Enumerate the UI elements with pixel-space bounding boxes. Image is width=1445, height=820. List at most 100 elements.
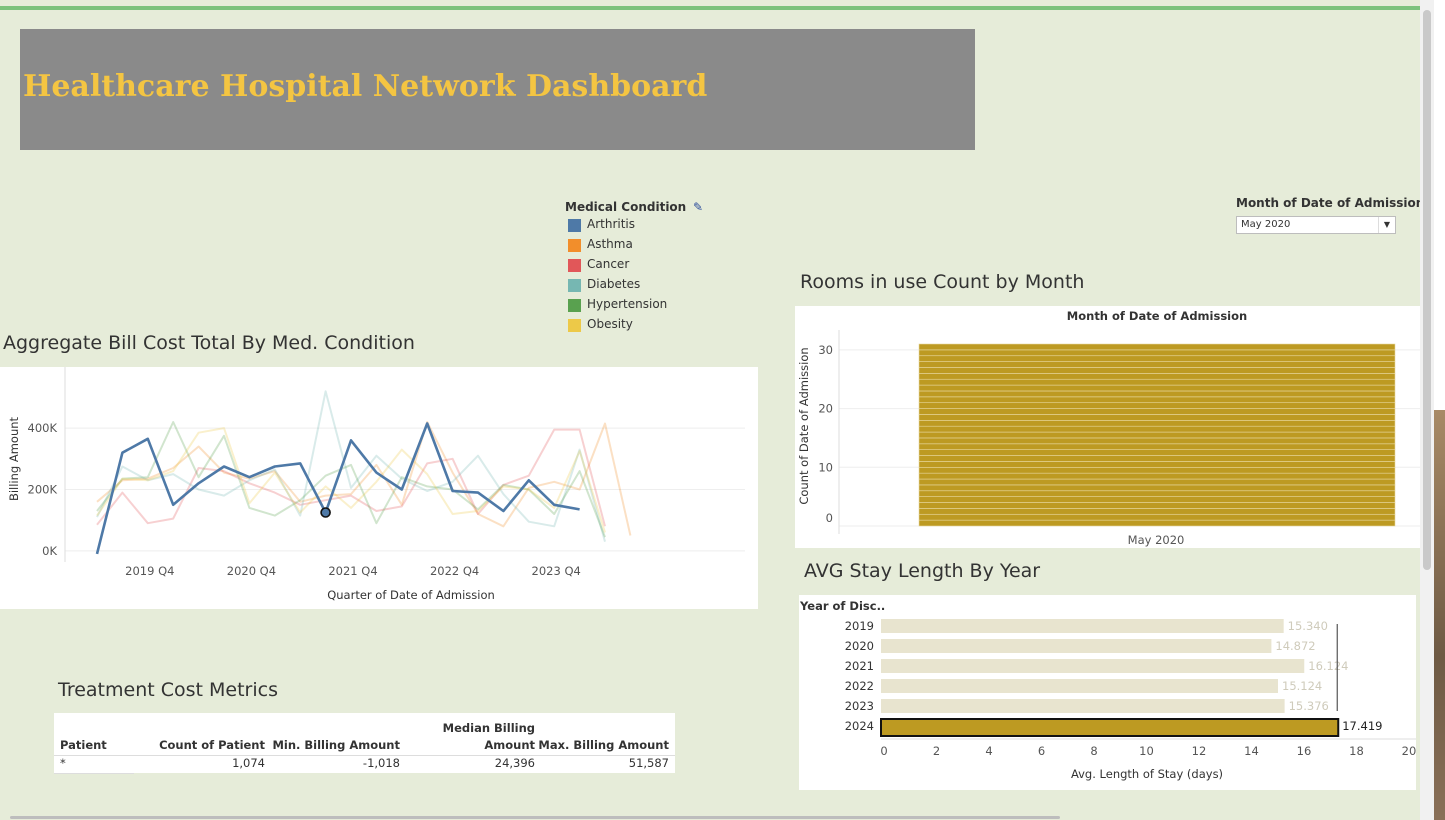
- scrollbar-thumb[interactable]: [1423, 10, 1431, 570]
- month-dropdown[interactable]: May 2020 ▼: [1236, 216, 1396, 234]
- y-tick-label: 0K: [42, 544, 57, 558]
- x-tick-label: 8: [1090, 744, 1097, 758]
- stacked-bar-segment[interactable]: [918, 361, 1396, 368]
- x-tick-label: 0: [880, 744, 887, 758]
- stacked-bar-segment[interactable]: [918, 455, 1396, 462]
- stacked-bar-segment[interactable]: [918, 414, 1396, 421]
- stay-bar[interactable]: [881, 679, 1279, 693]
- horizontal-scrollbar[interactable]: [10, 816, 1060, 819]
- stacked-bar-segment[interactable]: [918, 349, 1396, 357]
- legend-item-obesity[interactable]: Obesity: [565, 315, 715, 335]
- stacked-bar-segment[interactable]: [918, 408, 1396, 415]
- stay-bar[interactable]: [881, 639, 1272, 653]
- dropdown-value: May 2020: [1241, 219, 1291, 230]
- header-max[interactable]: Max. Billing Amount: [538, 737, 669, 754]
- stacked-bar-segment[interactable]: [918, 396, 1396, 404]
- stacked-bar-segment[interactable]: [918, 437, 1396, 445]
- selected-data-point[interactable]: [320, 507, 331, 518]
- stay-bar[interactable]: [881, 699, 1285, 713]
- header-min[interactable]: Min. Billing Amount: [272, 737, 400, 754]
- y-tick-label: 0: [826, 511, 833, 525]
- dashboard-title: Healthcare Hospital Network Dashboard: [23, 69, 708, 104]
- x-tick-label: 12: [1192, 744, 1207, 758]
- vertical-scrollbar[interactable]: [1420, 0, 1434, 820]
- legend-item-hypertension[interactable]: Hypertension: [565, 295, 715, 315]
- legend-label: Hypertension: [587, 297, 668, 311]
- stacked-bar-segment[interactable]: [918, 449, 1396, 456]
- stacked-bar-segment[interactable]: [918, 402, 1396, 409]
- legend-swatch: [568, 259, 581, 272]
- bar-value-label: 16.124: [1308, 659, 1348, 673]
- medical-condition-legend[interactable]: Medical Condition ✎ Arthritis Asthma Cance…: [565, 200, 715, 335]
- y-tick-label: 400K: [28, 421, 58, 435]
- stacked-bar-segment[interactable]: [918, 502, 1396, 509]
- x-tick-label: 16: [1297, 744, 1312, 758]
- bar-value-label: 17.419: [1342, 719, 1382, 733]
- filter-label: Month of Date of Admission: [1236, 196, 1425, 210]
- stacked-bar-segment[interactable]: [918, 513, 1396, 521]
- legend-swatch: [568, 239, 581, 252]
- legend-label: Arthritis: [587, 217, 636, 231]
- table-row-bottom: [54, 773, 134, 774]
- legend-swatch: [568, 319, 581, 332]
- x-category-label: May 2020: [1128, 533, 1185, 547]
- x-axis-label: Quarter of Date of Admission: [327, 588, 495, 602]
- treatment-cost-table: Patient Count of Patient Min. Billing Am…: [54, 713, 675, 774]
- legend-item-diabetes[interactable]: Diabetes: [565, 275, 715, 295]
- stacked-bar-segment[interactable]: [918, 378, 1396, 386]
- stacked-bar-segment[interactable]: [918, 355, 1396, 362]
- legend-item-asthma[interactable]: Asthma: [565, 235, 715, 255]
- x-tick-label: 20: [1402, 744, 1416, 758]
- x-tick-label: 2021 Q4: [328, 564, 377, 578]
- stacked-bar-segment[interactable]: [918, 425, 1396, 433]
- year-label: 2019: [845, 619, 874, 633]
- stacked-bar-segment[interactable]: [918, 490, 1396, 497]
- stacked-bar-segment[interactable]: [918, 367, 1396, 374]
- stacked-bar-segment[interactable]: [918, 373, 1396, 380]
- stacked-bar-segment[interactable]: [918, 461, 1396, 468]
- year-label: 2021: [845, 659, 874, 673]
- cell-median: 24,396: [494, 756, 535, 770]
- cell-min: -1,018: [362, 756, 400, 770]
- bar-value-label: 15.340: [1288, 619, 1328, 633]
- rooms-bar-chart[interactable]: Month of Date of Admission Count of Date…: [795, 306, 1420, 548]
- stacked-bar-segment[interactable]: [918, 484, 1396, 492]
- stay-chart-panel: Year of Disc.. Avg. Length of Stay (days…: [799, 595, 1416, 790]
- year-label: 2020: [845, 639, 874, 653]
- treatment-title: Treatment Cost Metrics: [58, 679, 278, 701]
- stacked-bar-segment[interactable]: [918, 508, 1396, 515]
- pencil-icon[interactable]: ✎: [693, 200, 703, 214]
- bill-cost-chart-panel: Billing Amount Quarter of Date of Admiss…: [0, 367, 758, 609]
- rooms-title: Rooms in use Count by Month: [800, 271, 1085, 293]
- y-tick-label: 200K: [28, 482, 58, 496]
- stay-title: AVG Stay Length By Year: [804, 560, 1041, 582]
- stacked-bar-segment[interactable]: [918, 443, 1396, 450]
- stay-bar-chart[interactable]: Year of Disc.. Avg. Length of Stay (days…: [799, 595, 1416, 790]
- stacked-bar-segment[interactable]: [918, 384, 1396, 392]
- stacked-bar-segment[interactable]: [918, 496, 1396, 503]
- stay-bar[interactable]: [881, 619, 1284, 633]
- legend-item-cancer[interactable]: Cancer: [565, 255, 715, 275]
- stacked-bar-segment[interactable]: [918, 431, 1396, 439]
- legend-item-arthritis[interactable]: Arthritis: [565, 215, 715, 235]
- x-tick-label: 4: [985, 744, 992, 758]
- stacked-bar-segment[interactable]: [918, 390, 1396, 398]
- bill-cost-line-chart[interactable]: Billing Amount Quarter of Date of Admiss…: [0, 367, 758, 609]
- legend-label: Asthma: [587, 237, 633, 251]
- header-count[interactable]: Count of Patient: [159, 737, 265, 754]
- stacked-bar-segment[interactable]: [918, 472, 1396, 480]
- stay-bar[interactable]: [880, 718, 1340, 737]
- bar-value-label: 14.872: [1275, 639, 1315, 653]
- stacked-bar-segment[interactable]: [918, 343, 1396, 351]
- header-patient[interactable]: Patient: [60, 737, 107, 754]
- stacked-bar-segment[interactable]: [918, 519, 1396, 527]
- stacked-bar-segment[interactable]: [918, 420, 1396, 427]
- stay-bar[interactable]: [881, 659, 1305, 673]
- legend-swatch: [568, 299, 581, 312]
- series-line-asthma[interactable]: [96, 421, 632, 536]
- stacked-bar-segment[interactable]: [918, 466, 1396, 474]
- header-median[interactable]: Median Billing Amount: [443, 720, 535, 754]
- legend-swatch: [568, 219, 581, 232]
- stacked-bar-segment[interactable]: [918, 478, 1396, 486]
- chevron-down-icon[interactable]: ▼: [1378, 217, 1395, 233]
